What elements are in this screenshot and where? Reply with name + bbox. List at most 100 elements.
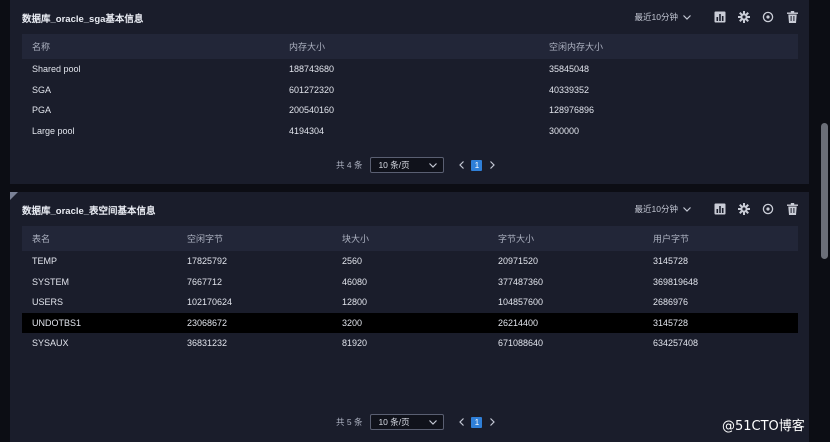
table-cell: 40339352	[549, 84, 590, 95]
table-cell: 23068672	[187, 317, 228, 328]
prev-page-button[interactable]	[456, 159, 466, 171]
table-cell: SGA	[32, 84, 52, 95]
table-cell: 3145728	[653, 317, 689, 328]
table-row[interactable]: TEMP 17825792 2560 20971520 3145728	[22, 251, 798, 272]
column-header[interactable]: 字节大小	[488, 232, 643, 245]
table-row[interactable]: SYSAUX 36831232 81920 671088640 63425740…	[22, 333, 798, 354]
chevron-left-icon	[459, 418, 464, 426]
chevron-left-icon	[459, 161, 464, 169]
table-header: 名称 内存大小 空闲内存大小	[22, 34, 798, 59]
table-cell: 200540160	[289, 105, 335, 116]
table-cell: 188743680	[289, 64, 335, 75]
table-cell: SYSTEM	[32, 276, 70, 287]
column-header[interactable]: 表名	[22, 232, 177, 245]
table-cell: 102170624	[187, 297, 233, 308]
table-cell: 3145728	[653, 256, 689, 267]
page-size-select[interactable]: 10 条/页	[370, 414, 445, 430]
table-cell: 4194304	[289, 125, 325, 136]
table-cell: 2686976	[653, 297, 689, 308]
table-cell: 128976896	[549, 105, 595, 116]
table-cell: 20971520	[498, 256, 539, 267]
table-row-selected[interactable]: UNDOTBS1 23068672 3200 26214400 3145728	[22, 312, 798, 333]
table-cell: PGA	[32, 105, 52, 116]
table-cell: 3200	[342, 317, 363, 328]
next-page-button[interactable]	[487, 416, 497, 428]
table-cell: SYSAUX	[32, 338, 69, 349]
table-row[interactable]: Shared pool 188743680 35845048	[22, 59, 798, 80]
column-header[interactable]: 名称	[22, 40, 279, 53]
prev-page-button[interactable]	[456, 416, 466, 428]
table-cell: 26214400	[498, 317, 539, 328]
table-cell: 377487360	[498, 276, 544, 287]
table-cell: 369819648	[653, 276, 699, 287]
table-cell: 35845048	[549, 64, 590, 75]
next-page-button[interactable]	[487, 159, 497, 171]
table-cell: USERS	[32, 297, 64, 308]
chevron-right-icon	[490, 161, 495, 169]
chevron-right-icon	[490, 418, 495, 426]
table-cell: Shared pool	[32, 64, 81, 75]
trash-icon[interactable]	[785, 202, 799, 216]
chevron-down-icon	[683, 206, 691, 212]
table-cell: 300000	[549, 125, 580, 136]
time-range-select[interactable]: 最近10分钟	[635, 11, 691, 23]
bar-chart-icon[interactable]	[713, 202, 727, 216]
column-header[interactable]: 用户字节	[643, 232, 798, 245]
table-cell: 7667712	[187, 276, 223, 287]
refresh-icon[interactable]	[761, 10, 775, 24]
time-range-select[interactable]: 最近10分钟	[635, 203, 691, 215]
column-header[interactable]: 块大小	[332, 232, 488, 245]
panel-header: 数据库_oracle_sga基本信息 最近10分钟	[10, 0, 809, 34]
column-header[interactable]: 空闲内存大小	[539, 40, 798, 53]
pagination: 共 5 条 10 条/页 1	[336, 414, 497, 430]
table-cell: 36831232	[187, 338, 228, 349]
panel-title: 数据库_oracle_sga基本信息	[22, 14, 144, 25]
table-row[interactable]: SGA 601272320 40339352	[22, 80, 798, 101]
table-cell: 634257408	[653, 338, 699, 349]
refresh-icon[interactable]	[761, 202, 775, 216]
total-count: 共 4 条	[336, 160, 363, 170]
table-cell: 12800	[342, 297, 368, 308]
table-row[interactable]: Large pool 4194304 300000	[22, 121, 798, 142]
table-cell: 104857600	[498, 297, 544, 308]
table-row[interactable]: PGA 200540160 128976896	[22, 100, 798, 121]
table-cell: Large pool	[32, 125, 75, 136]
watermark: @51CTO博客	[722, 419, 805, 434]
table-cell: 81920	[342, 338, 368, 349]
table-cell: 2560	[342, 256, 363, 267]
table-row[interactable]: SYSTEM 7667712 46080 377487360 369819648	[22, 272, 798, 293]
chevron-down-icon	[429, 162, 438, 168]
bar-chart-icon[interactable]	[713, 10, 727, 24]
table-cell: 671088640	[498, 338, 544, 349]
page-number-current[interactable]: 1	[471, 159, 483, 171]
time-range-label: 最近10分钟	[634, 12, 678, 22]
table-cell: 601272320	[289, 84, 335, 95]
trash-icon[interactable]	[785, 10, 799, 24]
sga-info-panel: 数据库_oracle_sga基本信息 最近10分钟 名称 内存大小 空闲内存大小…	[10, 0, 809, 184]
page-size-label: 10 条/页	[378, 417, 410, 427]
total-count: 共 5 条	[336, 417, 363, 427]
tablespace-table: 表名 空闲字节 块大小 字节大小 用户字节 TEMP 17825792 2560…	[22, 226, 798, 354]
table-header: 表名 空闲字节 块大小 字节大小 用户字节	[22, 226, 798, 251]
scrollbar-thumb[interactable]	[821, 123, 828, 259]
gear-icon[interactable]	[737, 10, 751, 24]
page-number-current[interactable]: 1	[471, 416, 483, 428]
table-cell: UNDOTBS1	[32, 317, 82, 328]
table-cell: 46080	[342, 276, 368, 287]
sga-table: 名称 内存大小 空闲内存大小 Shared pool 188743680 358…	[22, 34, 798, 141]
tablespace-info-panel: 数据库_oracle_表空间基本信息 最近10分钟 表名 空闲字节 块大小 字节…	[10, 192, 809, 442]
panel-toolbar: 最近10分钟	[635, 9, 799, 25]
panel-title: 数据库_oracle_表空间基本信息	[22, 206, 156, 217]
page-size-select[interactable]: 10 条/页	[370, 157, 445, 173]
table-cell: 17825792	[187, 256, 228, 267]
column-header[interactable]: 空闲字节	[177, 232, 332, 245]
panel-toolbar: 最近10分钟	[635, 201, 799, 217]
pagination: 共 4 条 10 条/页 1	[336, 157, 497, 173]
table-row[interactable]: USERS 102170624 12800 104857600 2686976	[22, 292, 798, 313]
column-header[interactable]: 内存大小	[279, 40, 539, 53]
page-size-label: 10 条/页	[378, 160, 410, 170]
gear-icon[interactable]	[737, 202, 751, 216]
panel-header: 数据库_oracle_表空间基本信息 最近10分钟	[10, 192, 809, 226]
chevron-down-icon	[683, 14, 691, 20]
chevron-down-icon	[429, 419, 438, 425]
